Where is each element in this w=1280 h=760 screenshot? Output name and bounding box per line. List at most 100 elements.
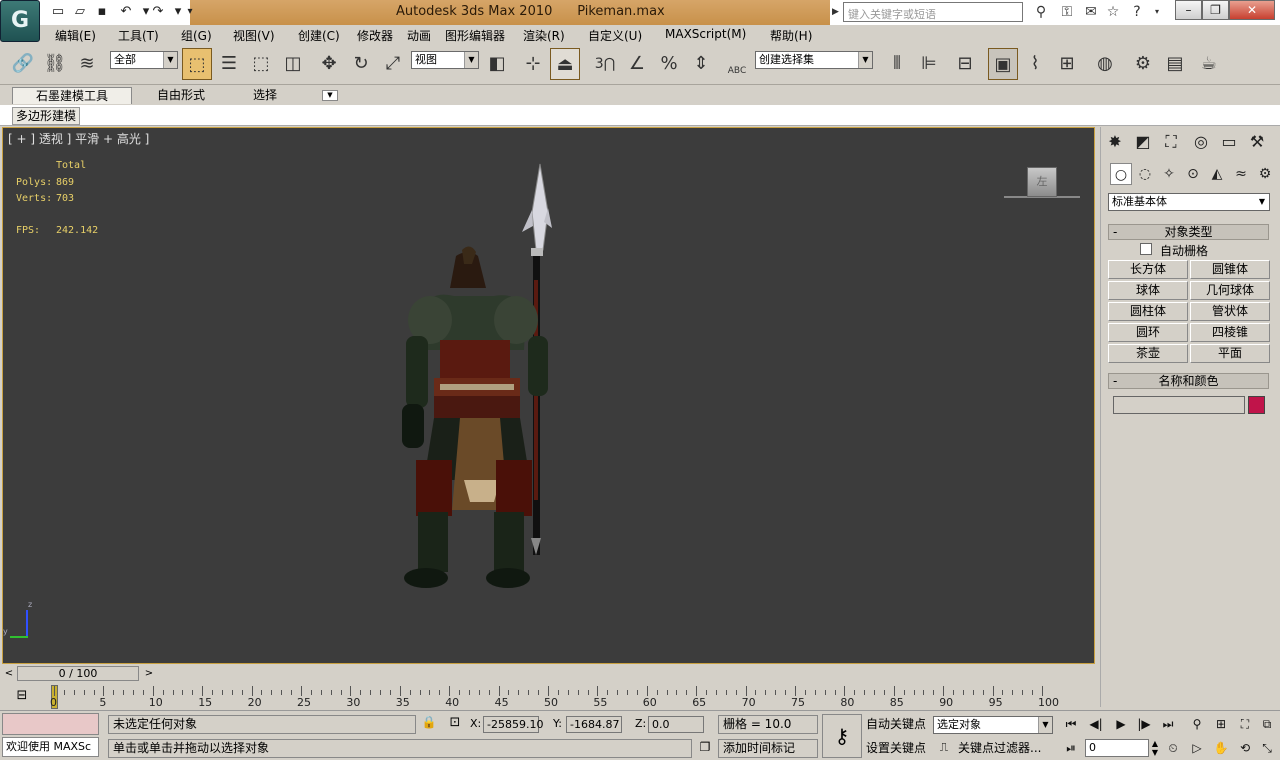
edit-named-selection-icon[interactable]: ABC	[722, 48, 752, 80]
zoom-all-icon[interactable]: ⊞	[1210, 715, 1232, 733]
shapes-icon[interactable]: ◌	[1134, 163, 1156, 185]
viewport-label-menu[interactable]: [ + ] 透视 ] 平滑 + 高光 ]	[8, 130, 149, 147]
object-type-rollout-header[interactable]: - 对象类型	[1108, 224, 1269, 240]
cone-button[interactable]: 圆锥体	[1190, 260, 1270, 279]
lights-icon[interactable]: ✧	[1158, 163, 1180, 185]
reference-coordinate-dropdown[interactable]: 视图 ▼	[411, 51, 479, 69]
name-color-rollout-header[interactable]: - 名称和颜色	[1108, 373, 1269, 389]
time-tag-icon[interactable]: ❐	[698, 740, 712, 756]
help-dropdown-icon[interactable]: ▾	[1146, 3, 1168, 21]
select-and-link-icon[interactable]: 🔗	[8, 48, 38, 80]
helpers-icon[interactable]: ◭	[1206, 163, 1228, 185]
graphite-toolbar-icon[interactable]: ▣	[988, 48, 1018, 80]
maximize-viewport-icon[interactable]: ⤡	[1256, 739, 1278, 757]
display-tab-icon[interactable]: ▭	[1216, 130, 1242, 154]
close-button[interactable]: ✕	[1229, 0, 1275, 20]
primitive-category-dropdown[interactable]: 标准基本体 ▼	[1108, 193, 1270, 211]
tab-freeform[interactable]: 自由形式	[148, 87, 214, 104]
favorites-star-icon[interactable]: ☆	[1102, 3, 1124, 21]
set-key-icon[interactable]: ⚷	[822, 714, 862, 758]
zoom-extents-all-icon[interactable]: ⧉	[1256, 715, 1278, 733]
frame-spinner-icon[interactable]: ▲ ▼	[1150, 739, 1160, 757]
sphere-button[interactable]: 球体	[1108, 281, 1188, 300]
zoom-icon[interactable]: ⚲	[1186, 715, 1208, 733]
x-coordinate-field[interactable]: -25859.10	[483, 716, 543, 733]
tab-selection[interactable]: 选择	[240, 87, 290, 104]
menu-tools[interactable]: 工具(T)	[118, 27, 159, 44]
align-icon[interactable]: ⊫	[914, 48, 944, 80]
go-to-end-icon[interactable]: ⏭	[1157, 715, 1179, 733]
torus-button[interactable]: 圆环	[1108, 323, 1188, 342]
y-coordinate-field[interactable]: -1684.87	[566, 716, 622, 733]
select-and-rotate-icon[interactable]: ↻	[346, 48, 376, 80]
maxscript-mini-listener[interactable]: 欢迎使用 MAXSc	[2, 737, 99, 757]
space-warps-icon[interactable]: ≈	[1230, 163, 1252, 185]
infocenter-search-input[interactable]: 键入关键字或短语	[843, 2, 1023, 22]
menu-edit[interactable]: 编辑(E)	[55, 27, 96, 44]
rectangular-selection-icon[interactable]: ⬚	[246, 48, 276, 80]
geosphere-button[interactable]: 几何球体	[1190, 281, 1270, 300]
absolute-mode-icon[interactable]: ⊡	[446, 715, 464, 733]
current-frame-field[interactable]: 0	[1085, 739, 1149, 757]
object-name-input[interactable]	[1113, 396, 1245, 414]
help-icon[interactable]: ?	[1126, 3, 1148, 21]
auto-key-button[interactable]: 自动关键点	[866, 715, 930, 734]
select-object-icon[interactable]: ⬚	[182, 48, 212, 80]
open-file-icon[interactable]: ▱	[70, 3, 90, 21]
window-crossing-icon[interactable]: ◫	[278, 48, 308, 80]
binoculars-icon[interactable]: ⚲	[1030, 3, 1052, 21]
curve-editor-icon[interactable]: ⌇	[1020, 48, 1050, 80]
undo-icon[interactable]: ↶	[116, 3, 136, 21]
layer-manager-icon[interactable]: ⊟	[950, 48, 980, 80]
key-tangent-icon[interactable]: ⎍	[934, 740, 954, 757]
pikeman-model[interactable]	[390, 160, 570, 592]
menu-animation[interactable]: 动画	[407, 27, 431, 44]
tab-graphite-modeling[interactable]: 石墨建模工具	[12, 87, 132, 104]
hierarchy-tab-icon[interactable]: ⛶	[1158, 130, 1184, 154]
play-icon[interactable]: ▶	[1110, 715, 1132, 733]
orbit-icon[interactable]: ⟲	[1234, 739, 1256, 757]
viewcube[interactable]: 左	[1027, 167, 1057, 197]
utilities-tab-icon[interactable]: ⚒	[1244, 130, 1270, 154]
schematic-view-icon[interactable]: ⊞	[1052, 48, 1082, 80]
key-filters-button[interactable]: 关键点过滤器...	[958, 739, 1054, 758]
geometry-icon[interactable]: ○	[1110, 163, 1132, 185]
menu-create[interactable]: 创建(C)	[298, 27, 340, 44]
search-expand-icon[interactable]: ▶	[832, 3, 842, 21]
select-and-scale-icon[interactable]: ⤢	[378, 48, 408, 80]
keyboard-shortcut-override-icon[interactable]: ⏏	[550, 48, 580, 80]
render-production-icon[interactable]: ☕	[1194, 48, 1224, 80]
minimize-button[interactable]: –	[1175, 0, 1202, 20]
field-of-view-icon[interactable]: ▷	[1186, 739, 1208, 757]
tube-button[interactable]: 管状体	[1190, 302, 1270, 321]
menu-help[interactable]: 帮助(H)	[770, 27, 812, 44]
teapot-button[interactable]: 茶壶	[1108, 344, 1188, 363]
select-by-name-icon[interactable]: ☰	[214, 48, 244, 80]
modify-tab-icon[interactable]: ◩	[1130, 130, 1156, 154]
motion-tab-icon[interactable]: ◎	[1188, 130, 1214, 154]
menu-rendering[interactable]: 渲染(R)	[523, 27, 565, 44]
systems-icon[interactable]: ⚙	[1254, 163, 1276, 185]
render-setup-icon[interactable]: ⚙	[1128, 48, 1158, 80]
snaps-toggle-icon[interactable]: 3⋂	[590, 48, 620, 80]
go-to-start-icon[interactable]: ⏮	[1060, 715, 1082, 733]
next-frame-icon[interactable]: |▶	[1133, 715, 1155, 733]
polygon-modeling-panel[interactable]: 多边形建模	[12, 107, 80, 125]
select-and-move-icon[interactable]: ✥	[314, 48, 344, 80]
create-tab-icon[interactable]: ✸	[1102, 130, 1128, 154]
zoom-extents-icon[interactable]: ⛶	[1234, 715, 1256, 733]
maxscript-mini-listener-pink[interactable]	[2, 713, 99, 735]
menu-modifiers[interactable]: 修改器	[357, 27, 393, 44]
cameras-icon[interactable]: ⊙	[1182, 163, 1204, 185]
time-configuration-icon[interactable]: ⏲	[1162, 739, 1184, 757]
maximize-button[interactable]: ❐	[1202, 0, 1229, 20]
rendered-frame-window-icon[interactable]: ▤	[1160, 48, 1190, 80]
menu-views[interactable]: 视图(V)	[233, 27, 275, 44]
redo-icon[interactable]: ↷	[148, 3, 168, 21]
key-mode-selection-dropdown[interactable]: 选定对象 ▼	[933, 716, 1053, 734]
mirror-icon[interactable]: ⫴	[882, 48, 912, 80]
subscription-icon[interactable]: ⚿	[1056, 3, 1078, 21]
box-button[interactable]: 长方体	[1108, 260, 1188, 279]
selection-filter-dropdown[interactable]: 全部 ▼	[110, 51, 178, 69]
key-mode-toggle-icon[interactable]: ⏯	[1060, 739, 1082, 757]
